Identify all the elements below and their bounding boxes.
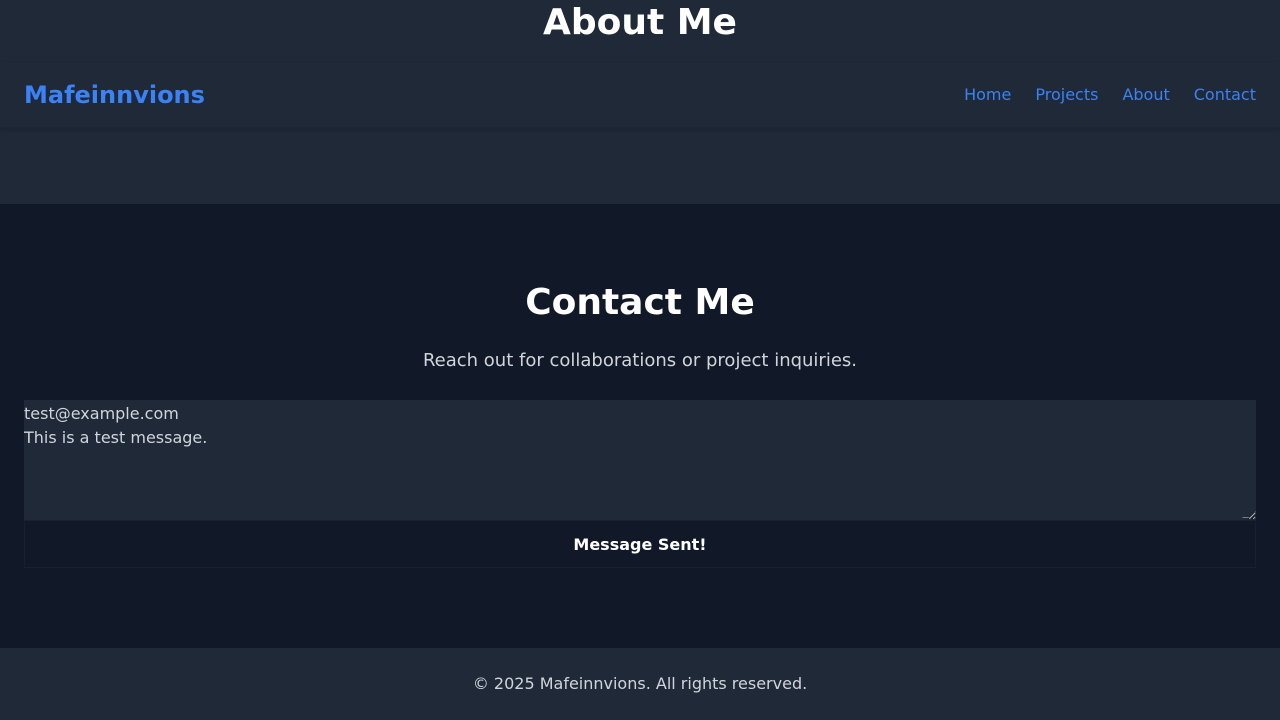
message-line-body: This is a test message. <box>24 428 208 447</box>
submit-button[interactable]: Message Sent! <box>24 520 1256 568</box>
nav-links: Home Projects About Contact <box>964 84 1256 106</box>
resize-handle-icon[interactable] <box>1242 510 1256 518</box>
contact-section: Contact Me Reach out for collaborations … <box>0 204 1280 648</box>
nav-link-home[interactable]: Home <box>964 84 1011 106</box>
message-textarea[interactable]: test@example.com This is a test message. <box>24 400 1256 520</box>
contact-title: Contact Me <box>525 282 755 323</box>
footer: © 2025 Mafeinnvions. All rights reserved… <box>0 648 1280 720</box>
nav-link-projects[interactable]: Projects <box>1035 84 1098 106</box>
footer-copyright: © 2025 Mafeinnvions. All rights reserved… <box>472 674 808 693</box>
brand-logo-text[interactable]: Mafeinnvions <box>24 79 205 111</box>
message-line-email: test@example.com <box>24 404 179 423</box>
nav-link-about[interactable]: About <box>1122 84 1169 106</box>
navbar: Mafeinnvions Home Projects About Contact <box>0 62 1280 129</box>
nav-link-contact[interactable]: Contact <box>1194 84 1256 106</box>
about-title: About Me <box>543 2 737 43</box>
about-section: About Me Mafeinnvions Home Projects Abou… <box>0 0 1280 204</box>
contact-subtitle: Reach out for collaborations or project … <box>422 350 858 371</box>
